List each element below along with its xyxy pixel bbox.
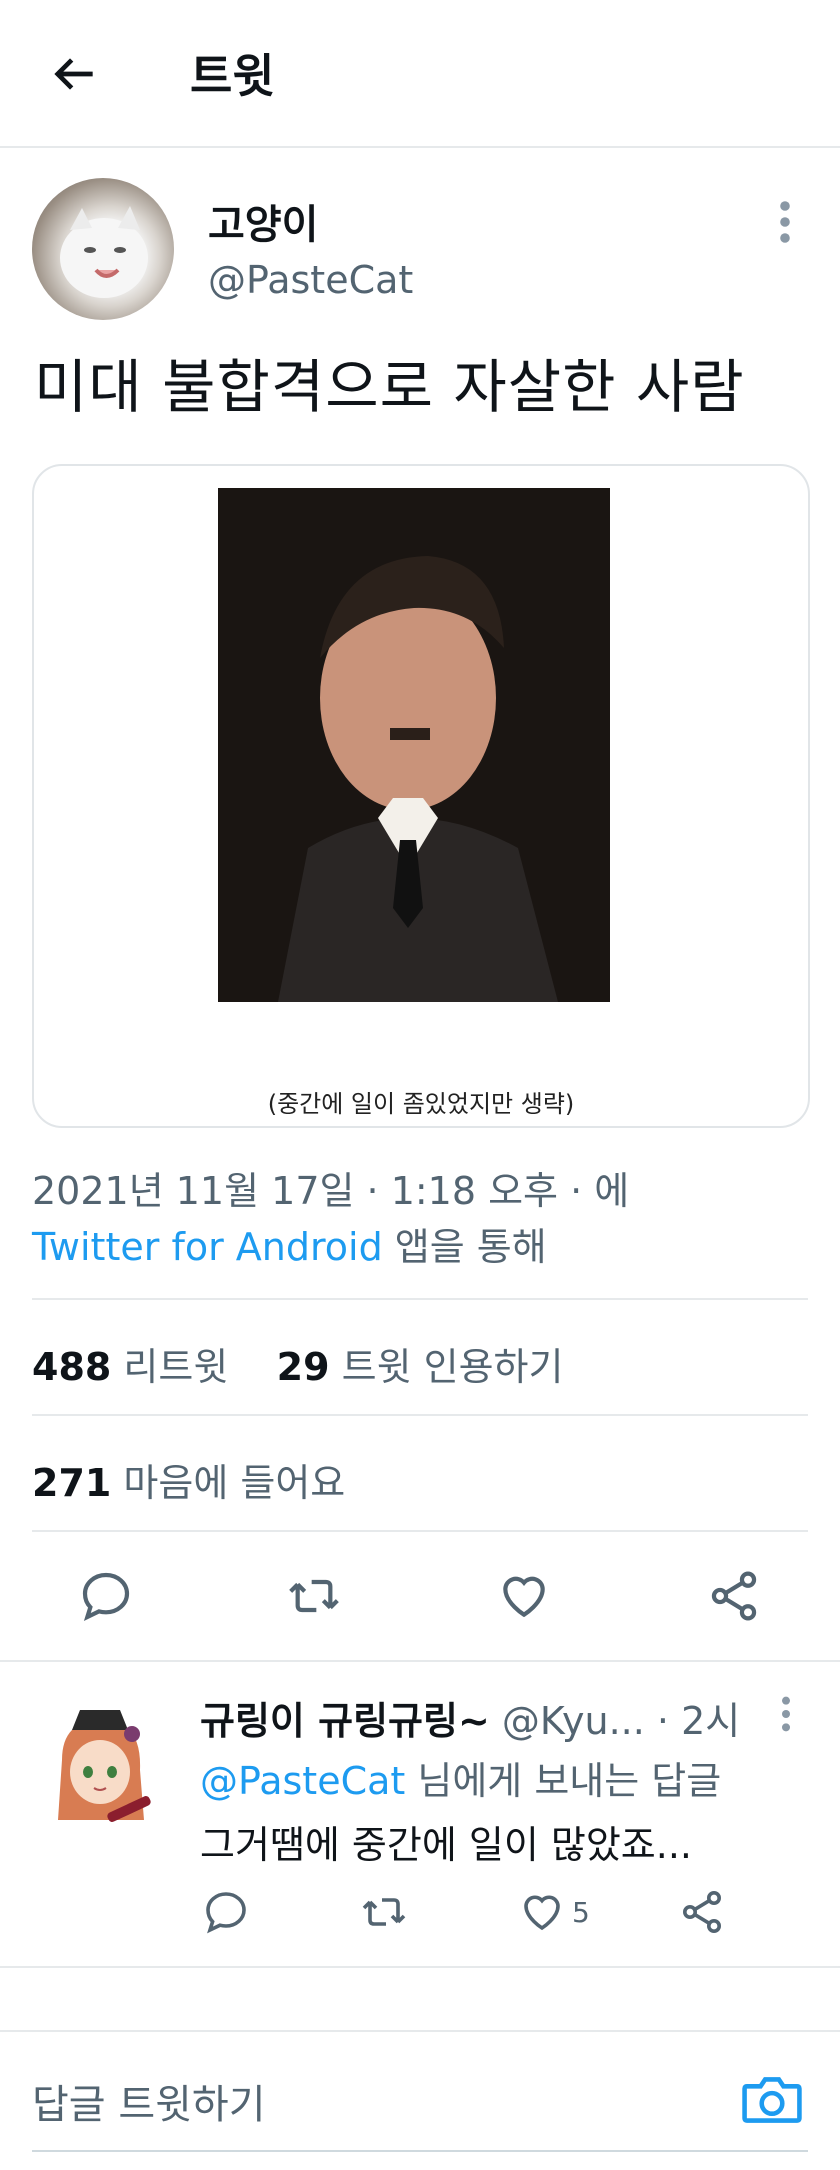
source-suffix: 앱을 통해 bbox=[382, 1225, 547, 1269]
like-label: 마음에 들어요 bbox=[123, 1461, 346, 1505]
input-underline bbox=[32, 2150, 808, 2152]
more-vertical-icon[interactable] bbox=[770, 198, 800, 246]
section-divider bbox=[0, 1966, 840, 1968]
reply-text: 그거땜에 중간에 일이 많았죠... bbox=[200, 1823, 692, 1867]
divider bbox=[32, 1530, 808, 1532]
divider bbox=[32, 1298, 808, 1300]
like-count: 271 bbox=[32, 1461, 112, 1505]
heart-icon[interactable] bbox=[496, 1568, 552, 1624]
tweet-photo[interactable] bbox=[218, 488, 610, 1002]
anime-avatar-image bbox=[32, 1700, 168, 1836]
author-handle[interactable]: @PasteCat bbox=[208, 258, 413, 302]
top-bar: 트윗 bbox=[0, 0, 840, 148]
retweet-label: 리트윗 bbox=[123, 1345, 229, 1389]
avatar[interactable] bbox=[32, 178, 174, 320]
reply-compose-bar: 답글 트윗하기 bbox=[0, 2030, 840, 2170]
reply-input[interactable]: 답글 트윗하기 bbox=[32, 2072, 266, 2130]
reply-author[interactable]: 규링이 규링규링~ @Kyu... · 2시 bbox=[200, 1690, 740, 1745]
retweet-icon[interactable] bbox=[360, 1888, 408, 1936]
reply-author-name: 규링이 규링규링~ bbox=[200, 1699, 490, 1743]
reply-icon[interactable] bbox=[202, 1888, 250, 1936]
quote-label: 트윗 인용하기 bbox=[341, 1345, 564, 1389]
reply-handle-time: @Kyu... · 2시 bbox=[489, 1699, 741, 1743]
reply-like-count: 5 bbox=[572, 1896, 590, 1929]
like-stats[interactable]: 271 마음에 들어요 bbox=[32, 1452, 345, 1507]
tweet-timestamp: 2021년 11월 17일 · 1:18 오후 · 에 bbox=[32, 1169, 630, 1213]
tweet-source: Twitter for Android 앱을 통해 bbox=[32, 1216, 547, 1271]
tweet-text: 미대 불합격으로 자살한 사람 bbox=[34, 353, 745, 421]
heart-icon[interactable] bbox=[518, 1888, 566, 1936]
more-vertical-icon[interactable] bbox=[772, 1694, 800, 1734]
media-card[interactable]: (중간에 일이 좀있었지만 생략) bbox=[32, 464, 810, 1128]
retweet-icon[interactable] bbox=[286, 1568, 342, 1624]
replying-to: @PasteCat 님에게 보내는 답글 bbox=[200, 1750, 721, 1805]
page-title: 트윗 bbox=[190, 49, 275, 103]
reply-to-suffix: 님에게 보내는 답글 bbox=[405, 1759, 722, 1803]
reply-avatar[interactable] bbox=[32, 1700, 168, 1836]
author-name[interactable]: 고양이 bbox=[208, 192, 318, 250]
camera-icon[interactable] bbox=[740, 2072, 804, 2128]
retweet-count: 488 bbox=[32, 1345, 112, 1389]
divider bbox=[32, 1414, 808, 1416]
portrait-illustration bbox=[218, 488, 610, 1002]
source-app-link[interactable]: Twitter for Android bbox=[32, 1225, 383, 1269]
quote-count: 29 bbox=[276, 1345, 330, 1389]
reply-icon[interactable] bbox=[78, 1568, 134, 1624]
share-icon[interactable] bbox=[706, 1568, 762, 1624]
share-icon[interactable] bbox=[678, 1888, 726, 1936]
section-divider bbox=[0, 1660, 840, 1662]
image-caption: (중간에 일이 좀있었지만 생략) bbox=[267, 1090, 575, 1118]
cat-avatar-image bbox=[60, 206, 148, 298]
arrow-left-icon[interactable] bbox=[46, 46, 102, 102]
retweet-stats[interactable]: 488 리트윗 29 트윗 인용하기 bbox=[32, 1336, 563, 1391]
reply-to-handle[interactable]: @PasteCat bbox=[200, 1759, 405, 1803]
